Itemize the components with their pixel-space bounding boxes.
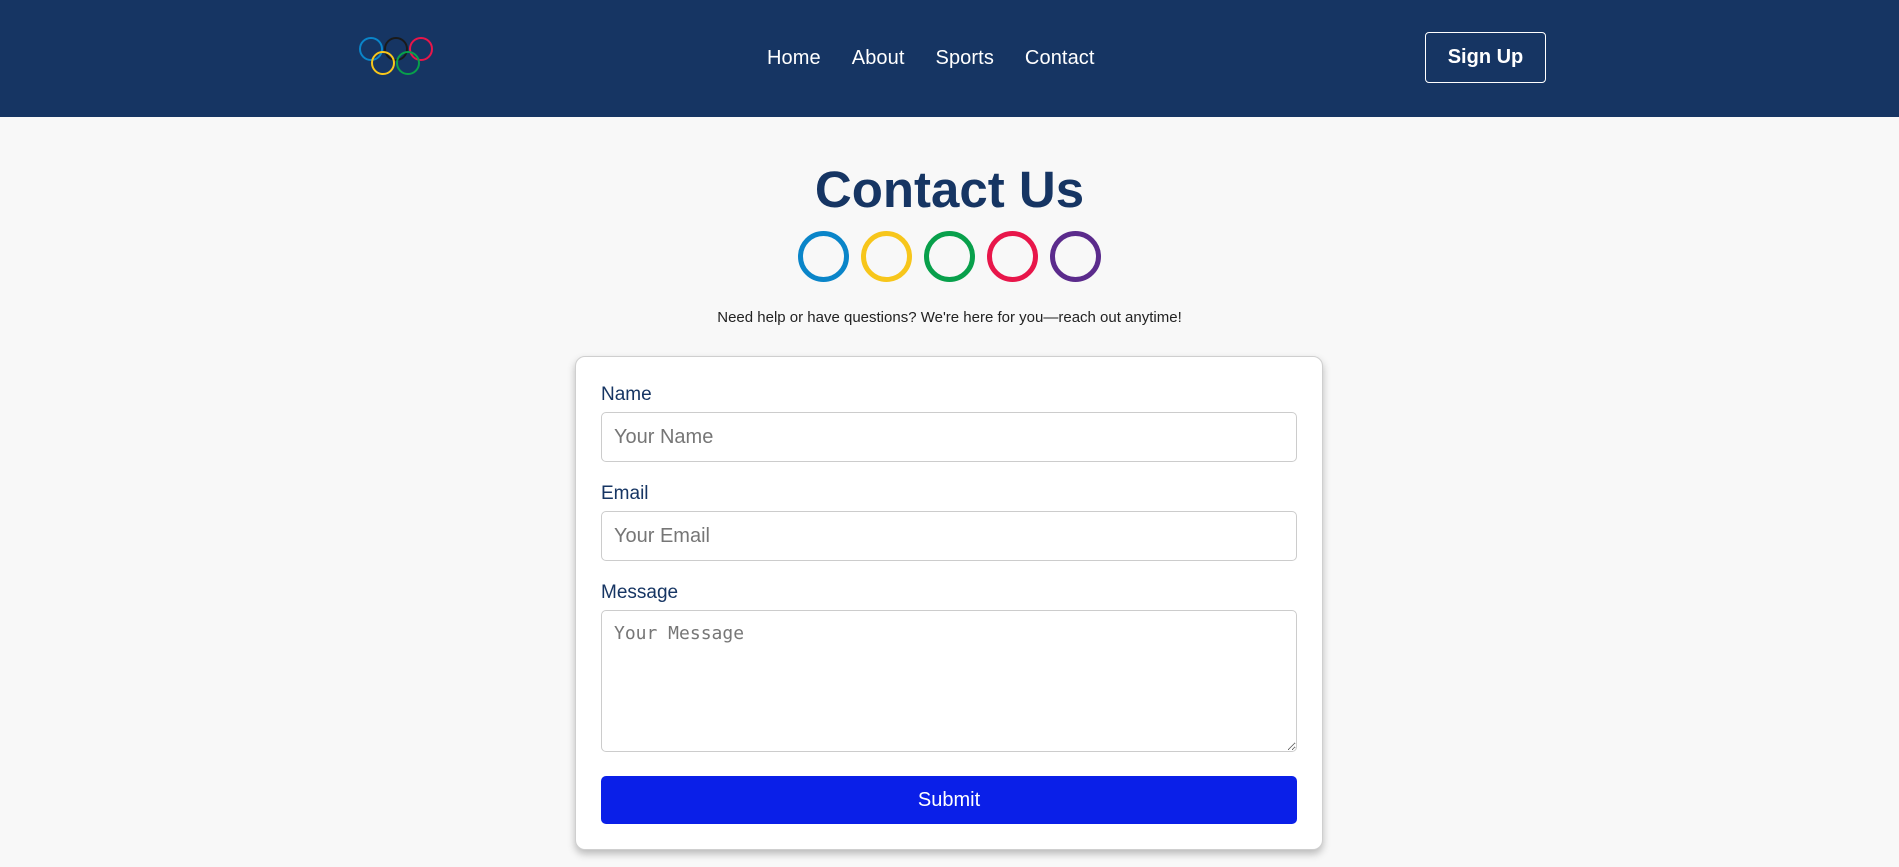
olympic-rings-logo-icon[interactable]	[358, 36, 434, 78]
message-textarea[interactable]	[601, 610, 1297, 752]
submit-button[interactable]: Submit	[601, 776, 1297, 824]
main-nav: Home About Sports Contact	[767, 46, 1095, 70]
ring-green-icon	[924, 231, 975, 282]
ring-blue-icon	[798, 231, 849, 282]
ring-purple-icon	[1050, 231, 1101, 282]
top-navbar: Home About Sports Contact Sign Up	[0, 0, 1899, 117]
name-input[interactable]	[601, 412, 1297, 462]
email-label: Email	[601, 483, 649, 504]
nav-link-sports[interactable]: Sports	[936, 47, 994, 70]
message-label: Message	[601, 582, 679, 603]
contact-form: Name Email Message Submit	[575, 356, 1323, 850]
name-label: Name	[601, 384, 652, 405]
decorative-rings	[798, 231, 1101, 283]
page-subtitle: Need help or have questions? We're here …	[717, 309, 1182, 326]
nav-link-home[interactable]: Home	[767, 47, 821, 70]
nav-link-about[interactable]: About	[852, 47, 905, 70]
email-input[interactable]	[601, 511, 1297, 561]
ring-yellow-icon	[861, 231, 912, 282]
page-title: Contact Us	[814, 161, 1085, 218]
ring-red-icon	[987, 231, 1038, 282]
nav-link-contact[interactable]: Contact	[1025, 47, 1095, 70]
sign-up-button[interactable]: Sign Up	[1425, 32, 1546, 83]
